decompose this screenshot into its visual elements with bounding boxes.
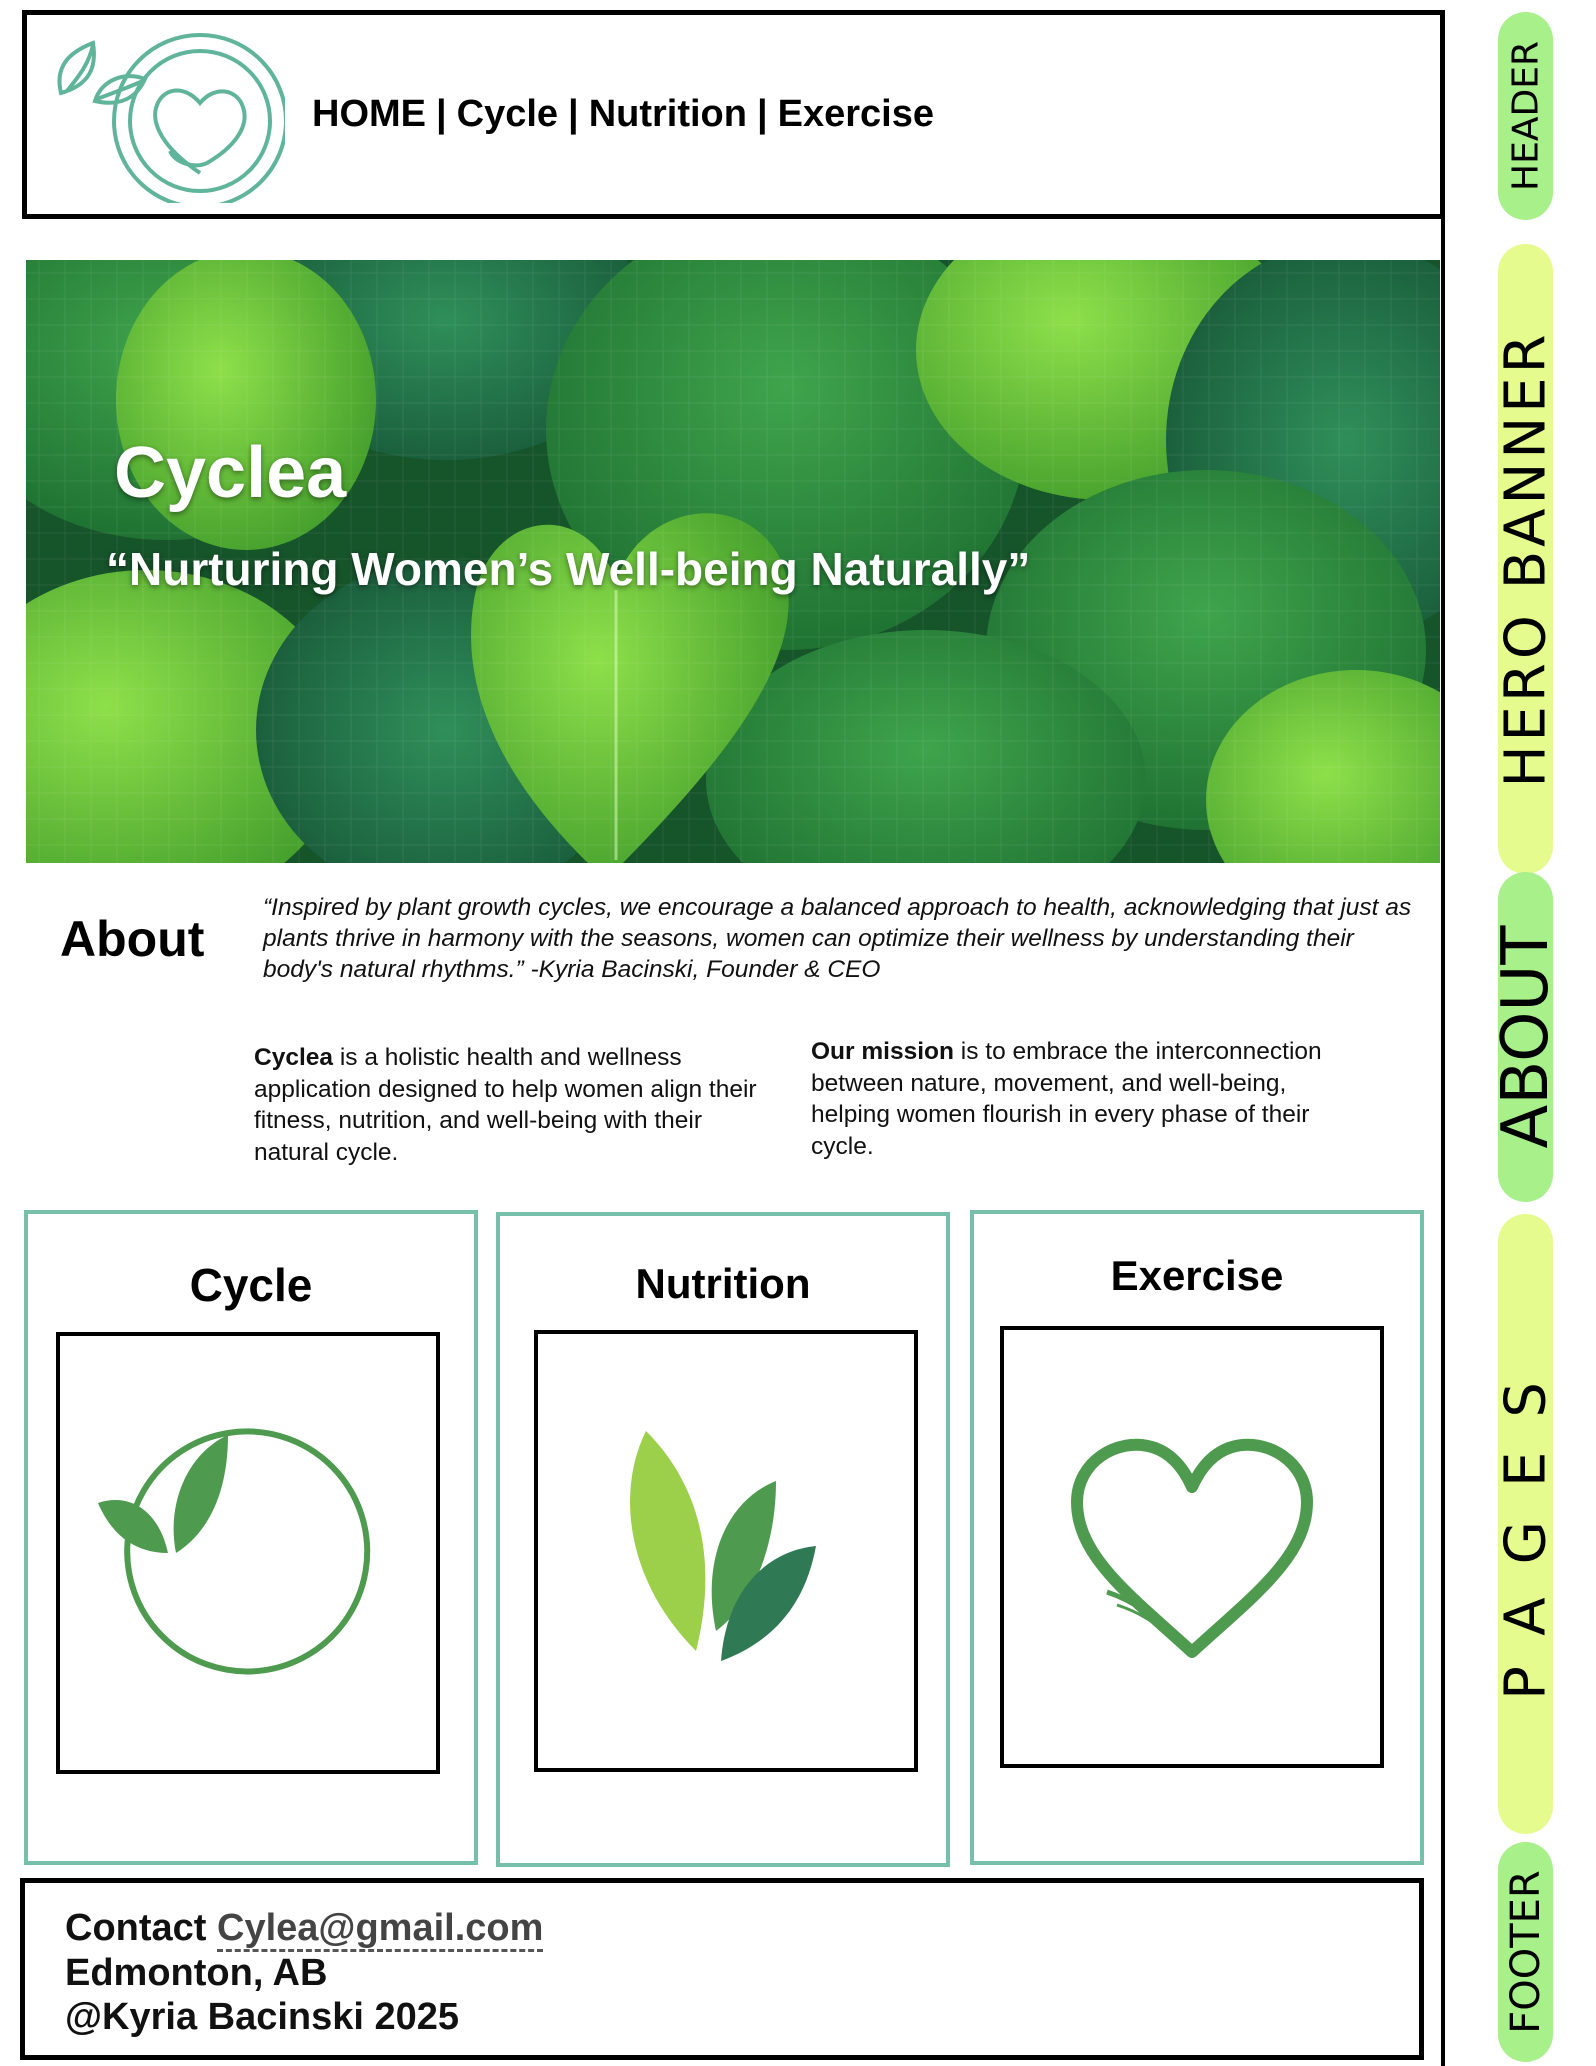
footer-location: Edmonton, AB	[65, 1952, 328, 1994]
sidebar-label-text: HEADER	[1505, 41, 1546, 191]
main-nav: HOME | Cycle | Nutrition | Exercise	[312, 93, 934, 136]
nav-exercise[interactable]: Exercise	[778, 93, 934, 136]
founder-quote: “Inspired by plant growth cycles, we enc…	[263, 894, 1412, 983]
sidebar-label-text: HERO BANNER	[1493, 330, 1558, 788]
mission-statement: Our mission is to embrace the interconne…	[811, 1036, 1351, 1162]
card-image-frame	[1000, 1326, 1384, 1768]
mission-statement-bold: Our mission	[811, 1038, 954, 1065]
footer-copyright: @Kyria Bacinski 2025	[65, 1996, 460, 2038]
sidebar-label-pages: PAGES	[1493, 1214, 1558, 1834]
card-title: Nutrition	[635, 1260, 811, 1307]
card-title: Exercise	[1110, 1252, 1284, 1299]
sidebar-divider	[1441, 218, 1445, 2066]
hero-title: Cyclea	[114, 433, 347, 513]
leaves-icon	[630, 1431, 816, 1661]
about-description: Cyclea is a holistic health and wellness…	[254, 1042, 774, 1168]
card-image-frame	[56, 1332, 440, 1774]
about-heading: About	[60, 911, 205, 967]
contact-label: Contact	[65, 1907, 207, 1949]
sidebar-label-text: FOOTER	[1502, 1870, 1549, 2034]
hero-banner: Cyclea “Nurturing Women’s Well-being Nat…	[26, 260, 1440, 863]
sidebar-label-text: PAGES	[1493, 1348, 1558, 1700]
contact-email-link[interactable]: Cylea@gmail.com	[217, 1907, 544, 1952]
heart-icon	[1071, 1438, 1313, 1658]
site-footer: Contact Cylea@gmail.com Edmonton, AB @Ky…	[20, 1878, 1424, 2060]
sidebar-label-header: HEADER	[1498, 12, 1553, 220]
cyclea-logo-icon[interactable]	[45, 23, 285, 203]
sidebar-label-about: ABOUT	[1489, 872, 1563, 1202]
about-description-bold: Cyclea	[254, 1044, 334, 1071]
hero-tagline: “Nurturing Women’s Well-being Naturally”	[106, 543, 1031, 595]
contact-line: Contact Cylea@gmail.com	[65, 1907, 544, 1952]
nav-cycle[interactable]: Cycle	[457, 93, 558, 136]
page-card-cycle[interactable]: Cycle	[24, 1210, 478, 1865]
nav-separator: |	[436, 93, 447, 135]
page-card-nutrition[interactable]: Nutrition	[496, 1212, 950, 1867]
site-header: HOME | Cycle | Nutrition | Exercise	[22, 10, 1445, 219]
nav-home[interactable]: HOME	[312, 93, 426, 136]
sidebar-label-footer: FOOTER	[1498, 1842, 1553, 2062]
sidebar-label-hero-banner: HERO BANNER	[1493, 244, 1558, 874]
card-image-frame	[534, 1330, 918, 1772]
card-title: Cycle	[189, 1259, 313, 1311]
nav-nutrition[interactable]: Nutrition	[589, 93, 747, 136]
nav-separator: |	[756, 93, 768, 135]
nav-separator: |	[568, 93, 579, 135]
page-card-exercise[interactable]: Exercise	[970, 1210, 1424, 1865]
sidebar-label-text: ABOUT	[1488, 925, 1563, 1149]
leaf-circle-icon	[98, 1428, 371, 1675]
